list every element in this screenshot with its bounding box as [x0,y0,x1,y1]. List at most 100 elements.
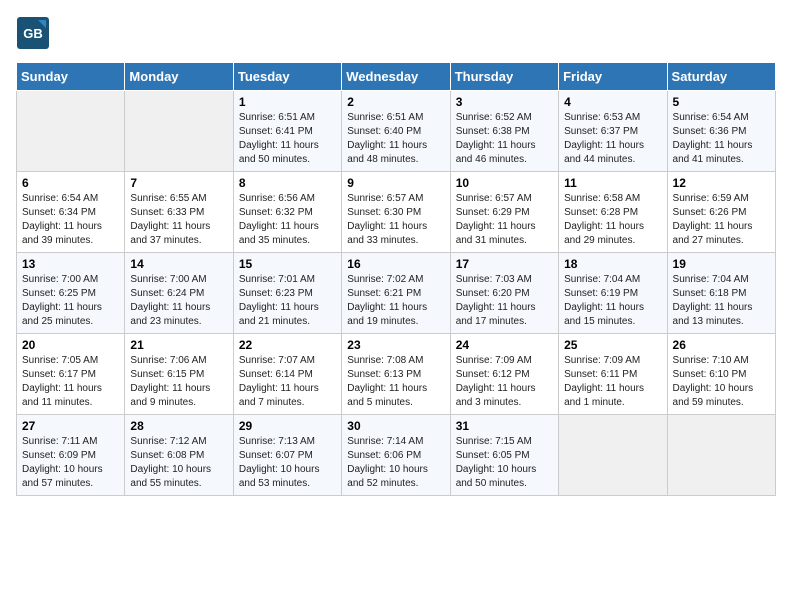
day-info: Sunrise: 7:05 AM Sunset: 6:17 PM Dayligh… [22,354,119,410]
day-number: 27 [22,419,119,433]
day-header-saturday: Saturday [667,63,775,91]
day-info: Sunrise: 6:52 AM Sunset: 6:38 PM Dayligh… [456,111,553,167]
calendar-cell: 6Sunrise: 6:54 AM Sunset: 6:34 PM Daylig… [17,172,125,253]
day-number: 29 [239,419,336,433]
day-number: 23 [347,338,444,352]
calendar-cell: 28 Sunrise: 7:12 AM Sunset: 6:08 PM Dayli… [125,415,233,496]
day-number: 4 [564,95,661,109]
day-header-thursday: Thursday [450,63,558,91]
day-number: 21 [130,338,227,352]
calendar-cell: 1 Sunrise: 6:51 AM Sunset: 6:41 PM Daylig… [233,91,341,172]
calendar-week-row: 13 Sunrise: 7:00 AM Sunset: 6:25 PM Dayli… [17,253,776,334]
page-header: GB [16,16,776,50]
day-number: 5 [673,95,770,109]
day-info: Sunrise: 6:57 AM Sunset: 6:30 PM Dayligh… [347,192,444,248]
day-info: Sunrise: 7:09 AM Sunset: 6:11 PM Dayligh… [564,354,661,410]
day-number: 28 [130,419,227,433]
calendar-cell: 15Sunrise: 7:01 AM Sunset: 6:23 PM Dayli… [233,253,341,334]
day-number: 31 [456,419,553,433]
day-number: 10 [456,176,553,190]
day-info: Sunrise: 6:58 AM Sunset: 6:28 PM Dayligh… [564,192,661,248]
day-info: Sunrise: 7:12 AM Sunset: 6:08 PM Dayligh… [130,435,227,491]
day-info: Sunrise: 7:07 AM Sunset: 6:14 PM Dayligh… [239,354,336,410]
day-number: 3 [456,95,553,109]
day-info: Sunrise: 7:03 AM Sunset: 6:20 PM Dayligh… [456,273,553,329]
calendar-header-row: SundayMondayTuesdayWednesdayThursdayFrid… [17,63,776,91]
day-info: Sunrise: 7:11 AM Sunset: 6:09 PM Dayligh… [22,435,119,491]
day-info: Sunrise: 7:00 AM Sunset: 6:25 PM Dayligh… [22,273,119,329]
day-number: 18 [564,257,661,271]
day-info: Sunrise: 6:54 AM Sunset: 6:34 PM Dayligh… [22,192,119,248]
day-number: 24 [456,338,553,352]
calendar-cell [125,91,233,172]
calendar-cell: 4 Sunrise: 6:53 AM Sunset: 6:37 PM Daylig… [559,91,667,172]
calendar-cell: 7 Sunrise: 6:55 AM Sunset: 6:33 PM Daylig… [125,172,233,253]
calendar-cell: 27 Sunrise: 7:11 AM Sunset: 6:09 PM Dayli… [17,415,125,496]
calendar-cell: 31 Sunrise: 7:15 AM Sunset: 6:05 PM Dayli… [450,415,558,496]
day-number: 30 [347,419,444,433]
day-info: Sunrise: 6:51 AM Sunset: 6:41 PM Dayligh… [239,111,336,167]
calendar-cell [667,415,775,496]
day-number: 11 [564,176,661,190]
calendar-week-row: 1 Sunrise: 6:51 AM Sunset: 6:41 PM Daylig… [17,91,776,172]
day-number: 1 [239,95,336,109]
calendar-cell: 24 Sunrise: 7:09 AM Sunset: 6:12 PM Dayli… [450,334,558,415]
day-info: Sunrise: 6:55 AM Sunset: 6:33 PM Dayligh… [130,192,227,248]
day-info: Sunrise: 7:02 AM Sunset: 6:21 PM Dayligh… [347,273,444,329]
day-info: Sunrise: 7:09 AM Sunset: 6:12 PM Dayligh… [456,354,553,410]
calendar-cell: 13 Sunrise: 7:00 AM Sunset: 6:25 PM Dayli… [17,253,125,334]
day-info: Sunrise: 6:57 AM Sunset: 6:29 PM Dayligh… [456,192,553,248]
calendar-cell: 25 Sunrise: 7:09 AM Sunset: 6:11 PM Dayli… [559,334,667,415]
day-number: 12 [673,176,770,190]
calendar-cell: 22 Sunrise: 7:07 AM Sunset: 6:14 PM Dayli… [233,334,341,415]
day-info: Sunrise: 6:53 AM Sunset: 6:37 PM Dayligh… [564,111,661,167]
day-number: 2 [347,95,444,109]
calendar-week-row: 6Sunrise: 6:54 AM Sunset: 6:34 PM Daylig… [17,172,776,253]
day-number: 8 [239,176,336,190]
day-info: Sunrise: 7:08 AM Sunset: 6:13 PM Dayligh… [347,354,444,410]
day-number: 22 [239,338,336,352]
calendar-cell: 8 Sunrise: 6:56 AM Sunset: 6:32 PM Daylig… [233,172,341,253]
day-info: Sunrise: 7:14 AM Sunset: 6:06 PM Dayligh… [347,435,444,491]
day-info: Sunrise: 7:04 AM Sunset: 6:18 PM Dayligh… [673,273,770,329]
day-header-tuesday: Tuesday [233,63,341,91]
day-info: Sunrise: 6:59 AM Sunset: 6:26 PM Dayligh… [673,192,770,248]
day-info: Sunrise: 6:54 AM Sunset: 6:36 PM Dayligh… [673,111,770,167]
day-header-sunday: Sunday [17,63,125,91]
calendar-cell: 12 Sunrise: 6:59 AM Sunset: 6:26 PM Dayli… [667,172,775,253]
calendar-cell: 29 Sunrise: 7:13 AM Sunset: 6:07 PM Dayli… [233,415,341,496]
day-number: 25 [564,338,661,352]
calendar-cell: 3 Sunrise: 6:52 AM Sunset: 6:38 PM Daylig… [450,91,558,172]
day-info: Sunrise: 6:56 AM Sunset: 6:32 PM Dayligh… [239,192,336,248]
calendar-cell: 11 Sunrise: 6:58 AM Sunset: 6:28 PM Dayli… [559,172,667,253]
calendar-cell [559,415,667,496]
calendar-cell: 10 Sunrise: 6:57 AM Sunset: 6:29 PM Dayli… [450,172,558,253]
day-number: 17 [456,257,553,271]
day-number: 9 [347,176,444,190]
calendar-week-row: 20 Sunrise: 7:05 AM Sunset: 6:17 PM Dayli… [17,334,776,415]
calendar-cell [17,91,125,172]
calendar-cell: 18 Sunrise: 7:04 AM Sunset: 6:19 PM Dayli… [559,253,667,334]
day-info: Sunrise: 7:15 AM Sunset: 6:05 PM Dayligh… [456,435,553,491]
day-number: 16 [347,257,444,271]
day-info: Sunrise: 7:00 AM Sunset: 6:24 PM Dayligh… [130,273,227,329]
calendar-cell: 17 Sunrise: 7:03 AM Sunset: 6:20 PM Dayli… [450,253,558,334]
day-number: 14 [130,257,227,271]
calendar-cell: 16 Sunrise: 7:02 AM Sunset: 6:21 PM Dayli… [342,253,450,334]
day-number: 7 [130,176,227,190]
day-header-wednesday: Wednesday [342,63,450,91]
logo-icon: GB [16,16,50,50]
day-number: 20 [22,338,119,352]
day-info: Sunrise: 6:51 AM Sunset: 6:40 PM Dayligh… [347,111,444,167]
day-info: Sunrise: 7:04 AM Sunset: 6:19 PM Dayligh… [564,273,661,329]
day-header-monday: Monday [125,63,233,91]
day-number: 26 [673,338,770,352]
day-header-friday: Friday [559,63,667,91]
svg-text:GB: GB [23,26,43,41]
day-info: Sunrise: 7:13 AM Sunset: 6:07 PM Dayligh… [239,435,336,491]
day-info: Sunrise: 7:01 AM Sunset: 6:23 PM Dayligh… [239,273,336,329]
day-number: 19 [673,257,770,271]
day-number: 13 [22,257,119,271]
calendar-table: SundayMondayTuesdayWednesdayThursdayFrid… [16,62,776,496]
day-info: Sunrise: 7:10 AM Sunset: 6:10 PM Dayligh… [673,354,770,410]
